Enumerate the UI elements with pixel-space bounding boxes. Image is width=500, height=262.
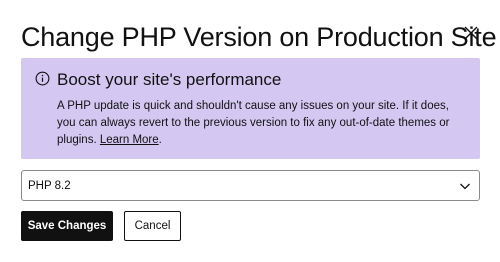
close-icon bbox=[464, 26, 478, 40]
change-php-dialog: Change PHP Version on Production Site Bo… bbox=[0, 0, 500, 262]
info-icon bbox=[35, 71, 50, 86]
save-changes-button[interactable]: Save Changes bbox=[21, 211, 113, 241]
performance-alert: Boost your site's performance A PHP upda… bbox=[21, 58, 480, 159]
dialog-title: Change PHP Version on Production Site bbox=[21, 22, 497, 52]
chevron-down-icon bbox=[460, 183, 470, 190]
php-version-value: PHP 8.2 bbox=[28, 180, 71, 192]
alert-body-end: . bbox=[158, 134, 162, 146]
alert-body: A PHP update is quick and shouldn't caus… bbox=[57, 98, 467, 149]
learn-more-link[interactable]: Learn More bbox=[100, 134, 159, 146]
php-version-select[interactable]: PHP 8.2 bbox=[21, 170, 480, 201]
alert-heading: Boost your site's performance bbox=[57, 70, 282, 89]
close-button[interactable] bbox=[460, 22, 482, 44]
cancel-button[interactable]: Cancel bbox=[124, 211, 181, 241]
